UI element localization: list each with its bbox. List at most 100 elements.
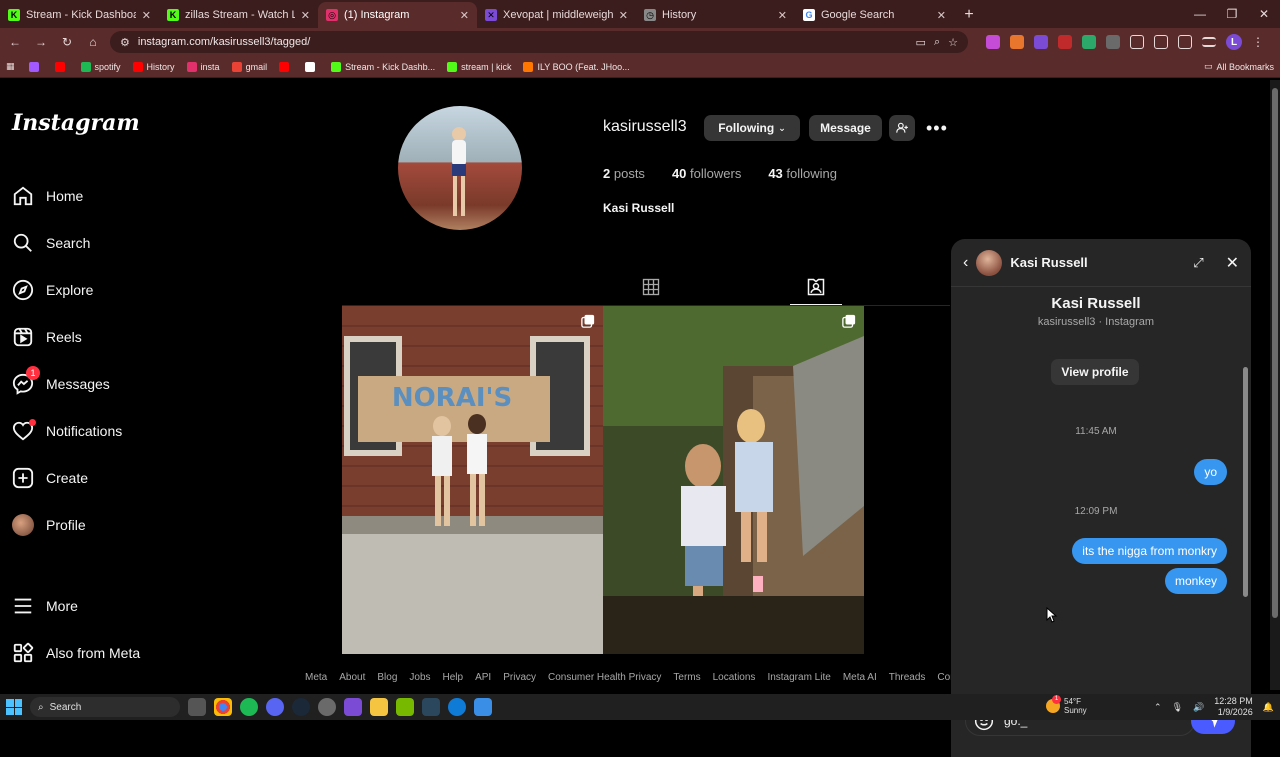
home-button[interactable]: ⌂ <box>84 35 102 49</box>
task-view-icon[interactable] <box>188 698 206 716</box>
sidebar-item-search[interactable]: Search <box>12 219 122 266</box>
puzzle-icon[interactable] <box>1130 35 1144 49</box>
expand-icon[interactable]: ⤢ <box>1193 255 1203 271</box>
bookmark-item[interactable] <box>279 61 293 72</box>
sidebar-item-more[interactable]: More <box>12 582 140 629</box>
site-info-icon[interactable]: ⚙ <box>120 36 130 49</box>
reload-button[interactable]: ↻ <box>58 35 76 49</box>
kebab-menu-icon[interactable]: ⋮ <box>1252 35 1264 49</box>
footer-link[interactable]: Meta <box>305 672 327 683</box>
extension-icon[interactable] <box>1082 35 1096 49</box>
footer-link[interactable]: Meta AI <box>843 672 877 683</box>
weather-widget[interactable]: 1 54°F Sunny <box>1046 695 1087 715</box>
browser-tab[interactable]: ◷ History ✕ <box>636 2 795 28</box>
chat-scrollbar[interactable] <box>1241 287 1249 687</box>
spotify-icon[interactable] <box>240 698 258 716</box>
nvidia-icon[interactable] <box>396 698 414 716</box>
bookmark-item[interactable] <box>305 61 319 72</box>
following-stat[interactable]: 43 following <box>768 166 837 181</box>
browser-tab[interactable]: ✕ Xevopat | middleweight Fighter ✕ <box>477 2 636 28</box>
bookmark-item[interactable]: gmail <box>231 61 267 72</box>
extension-icon[interactable] <box>1010 35 1024 49</box>
bookmark-item[interactable]: Stream - Kick Dashb... <box>331 61 435 72</box>
game-icon[interactable] <box>344 698 362 716</box>
notification-bell-icon[interactable]: 🔔 <box>1263 702 1274 713</box>
volume-icon[interactable]: 🔊 <box>1193 702 1204 713</box>
sidebar-item-notifications[interactable]: Notifications <box>12 407 122 454</box>
bookmark-star-icon[interactable]: ☆ <box>948 36 958 49</box>
page-scrollbar[interactable] <box>1270 80 1280 690</box>
app-icon[interactable] <box>474 698 492 716</box>
footer-link[interactable]: About <box>339 672 365 683</box>
bookmark-item[interactable]: stream | kick <box>447 61 511 72</box>
browser-tab[interactable]: K Stream - Kick Dashboard ✕ <box>0 2 159 28</box>
minimize-button[interactable]: — <box>1184 0 1216 28</box>
apps-icon[interactable]: ▦ <box>6 61 15 72</box>
browser-tab[interactable]: Kzillas Stream - Watch Live on Ki ✕ <box>159 2 318 28</box>
bookmark-item[interactable]: ILY BOO (Feat. JHoo... <box>523 61 630 72</box>
extension-icon[interactable] <box>986 35 1000 49</box>
new-tab-button[interactable]: + <box>958 4 980 26</box>
address-bar[interactable]: ⚙ instagram.com/kasirussell3/tagged/ ▭ ⌕… <box>110 31 968 53</box>
extension-icon[interactable] <box>1058 35 1072 49</box>
browser-tab[interactable]: G Google Search ✕ <box>795 2 954 28</box>
tab-close-icon[interactable]: ✕ <box>301 9 310 22</box>
file-explorer-icon[interactable] <box>370 698 388 716</box>
instagram-logo[interactable]: Instagram <box>12 110 140 136</box>
windows-start-icon[interactable] <box>6 699 22 715</box>
discord-icon[interactable] <box>266 698 284 716</box>
tab-close-icon[interactable]: ✕ <box>460 9 469 22</box>
sidebar-item-also-from-meta[interactable]: Also from Meta <box>12 629 140 676</box>
back-button[interactable]: ← <box>6 35 24 49</box>
tagged-icon[interactable] <box>806 277 826 297</box>
view-profile-button[interactable]: View profile <box>1051 359 1139 385</box>
tab-close-icon[interactable]: ✕ <box>142 9 151 22</box>
chrome-icon[interactable] <box>214 698 232 716</box>
profile-picture[interactable] <box>398 106 522 230</box>
cast-icon[interactable]: ▭ <box>916 36 926 49</box>
tagged-post[interactable]: NORAI'S <box>342 306 603 654</box>
footer-link[interactable]: Consumer Health Privacy <box>548 672 661 683</box>
all-bookmarks[interactable]: ▭ All Bookmarks <box>1204 61 1274 72</box>
footer-link[interactable]: Privacy <box>503 672 536 683</box>
steam-icon[interactable] <box>422 698 440 716</box>
steam-icon[interactable] <box>292 698 310 716</box>
sent-message[interactable]: its the nigga from monkry <box>1072 538 1227 564</box>
suggested-users-button[interactable] <box>889 115 915 141</box>
bookmark-item[interactable] <box>28 61 43 72</box>
footer-link[interactable]: Locations <box>713 672 756 683</box>
forward-button[interactable]: → <box>32 35 50 49</box>
edge-icon[interactable] <box>448 698 466 716</box>
chevron-up-icon[interactable]: ⌃ <box>1154 702 1162 713</box>
profile-avatar[interactable]: L <box>1226 34 1242 50</box>
footer-link[interactable]: Blog <box>377 672 397 683</box>
bookmark-item[interactable]: insta <box>186 61 220 72</box>
zoom-icon[interactable]: ⌕ <box>934 36 940 49</box>
footer-link[interactable]: Threads <box>889 672 926 683</box>
tab-close-icon[interactable]: ✕ <box>937 9 946 22</box>
grid-icon[interactable] <box>641 277 661 297</box>
sidebar-item-home[interactable]: Home <box>12 172 122 219</box>
sidebar-icon[interactable] <box>1154 35 1168 49</box>
chat-avatar[interactable] <box>976 249 1003 276</box>
taskbar-search[interactable]: ⌕ Search <box>30 697 180 717</box>
bookmark-item[interactable]: spotify <box>80 61 121 72</box>
extension-icon[interactable] <box>1106 35 1120 49</box>
mic-icon[interactable]: 🎙 <box>1172 702 1183 713</box>
sidebar-item-reels[interactable]: Reels <box>12 313 122 360</box>
sidebar-item-messages[interactable]: 1 Messages <box>12 360 122 407</box>
extension-icon[interactable] <box>1034 35 1048 49</box>
tab-close-icon[interactable]: ✕ <box>619 9 628 22</box>
chevron-left-icon[interactable]: ‹ <box>963 254 968 272</box>
sidebar-item-profile[interactable]: Profile <box>12 501 122 548</box>
footer-link[interactable]: Instagram Lite <box>767 672 830 683</box>
footer-link[interactable]: API <box>475 672 491 683</box>
close-window-button[interactable]: ✕ <box>1248 0 1280 28</box>
close-icon[interactable]: ✕ <box>1226 253 1239 273</box>
sent-message[interactable]: monkey <box>1164 568 1227 594</box>
following-button[interactable]: Following ⌄ <box>704 115 800 141</box>
menu-lines-icon[interactable] <box>1202 37 1216 47</box>
sidebar-item-explore[interactable]: Explore <box>12 266 122 313</box>
footer-link[interactable]: Jobs <box>409 672 430 683</box>
downloads-icon[interactable] <box>1178 35 1192 49</box>
